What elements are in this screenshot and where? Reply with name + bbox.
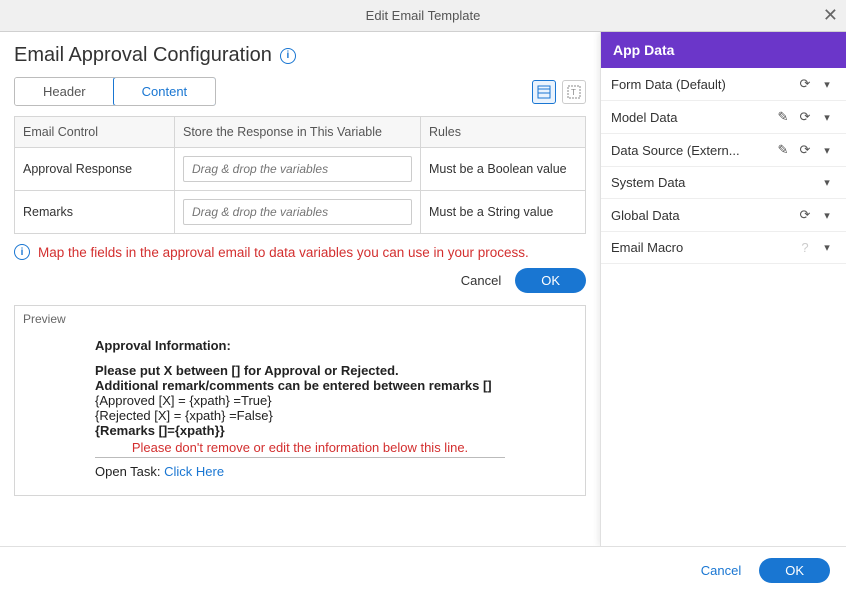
info-icon: i	[14, 244, 30, 260]
open-task-link[interactable]: Click Here	[164, 464, 224, 479]
col-rules: Rules	[421, 117, 586, 148]
tab-content[interactable]: Content	[113, 77, 217, 106]
row-label: Remarks	[15, 191, 175, 234]
panel-item-form-data[interactable]: Form Data (Default) ⟳ ▾	[601, 68, 846, 101]
panel-item-system-data[interactable]: System Data ▾	[601, 167, 846, 199]
refresh-icon[interactable]: ⟳	[796, 207, 814, 223]
app-data-panel: App Data Form Data (Default) ⟳ ▾ Model D…	[600, 32, 846, 546]
form-view-icon[interactable]	[532, 80, 556, 104]
text-view-icon[interactable]: T	[562, 80, 586, 104]
main-area: Email Approval Configuration i Header Co…	[0, 32, 846, 546]
left-pane: Email Approval Configuration i Header Co…	[0, 32, 600, 546]
panel-item-email-macro[interactable]: Email Macro ? ▾	[601, 232, 846, 264]
edit-icon[interactable]: ✎	[774, 142, 792, 158]
chevron-down-icon[interactable]: ▾	[818, 176, 836, 189]
preview-warning: Please don't remove or edit the informat…	[95, 440, 505, 455]
footer-ok-button[interactable]: OK	[759, 558, 830, 583]
col-response-variable: Store the Response in This Variable	[175, 117, 421, 148]
inner-actions: Cancel OK	[14, 268, 586, 293]
chevron-down-icon[interactable]: ▾	[818, 78, 836, 91]
modal-header: Edit Email Template ✕	[0, 0, 846, 32]
hint-message: i Map the fields in the approval email t…	[14, 244, 586, 260]
preview-line: Additional remark/comments can be entere…	[95, 378, 505, 393]
footer-cancel-button[interactable]: Cancel	[701, 563, 741, 578]
edit-icon[interactable]: ✎	[774, 109, 792, 125]
preview-line: Please put X between [] for Approval or …	[95, 363, 505, 378]
row-rule: Must be a String value	[421, 191, 586, 234]
tabs-row: Header Content T	[14, 77, 586, 106]
preview-line: {Rejected [X] = {xpath} =False}	[95, 408, 505, 423]
variable-mapping-table: Email Control Store the Response in This…	[14, 116, 586, 234]
divider	[95, 457, 505, 458]
panel-item-label: Global Data	[611, 208, 792, 223]
row-rule: Must be a Boolean value	[421, 148, 586, 191]
task-prefix: Open Task:	[95, 464, 164, 479]
page-title-text: Email Approval Configuration	[14, 44, 272, 67]
close-icon[interactable]: ✕	[823, 6, 838, 24]
ok-button[interactable]: OK	[515, 268, 586, 293]
panel-item-label: System Data	[611, 175, 814, 190]
refresh-icon[interactable]: ⟳	[796, 109, 814, 125]
table-row: Remarks Must be a String value	[15, 191, 586, 234]
info-icon[interactable]: i	[280, 48, 296, 64]
chevron-down-icon[interactable]: ▾	[818, 209, 836, 222]
chevron-down-icon[interactable]: ▾	[818, 144, 836, 157]
page-title: Email Approval Configuration i	[14, 44, 296, 67]
panel-item-label: Data Source (Extern...	[611, 143, 770, 158]
panel-item-label: Email Macro	[611, 240, 792, 255]
preview-box: Preview Approval Information: Please put…	[14, 305, 586, 496]
tab-group: Header Content	[14, 77, 216, 106]
preview-task-line: Open Task: Click Here	[95, 464, 505, 479]
row-label: Approval Response	[15, 148, 175, 191]
chevron-down-icon[interactable]: ▾	[818, 111, 836, 124]
preview-line: {Remarks []={xpath}}	[95, 423, 505, 438]
preview-body: Approval Information: Please put X betwe…	[15, 332, 585, 495]
dialog-footer: Cancel OK	[0, 546, 846, 594]
svg-text:T: T	[571, 88, 576, 97]
table-row: Approval Response Must be a Boolean valu…	[15, 148, 586, 191]
preview-line: {Approved [X] = {xpath} =True}	[95, 393, 505, 408]
panel-title: App Data	[601, 32, 846, 68]
panel-item-global-data[interactable]: Global Data ⟳ ▾	[601, 199, 846, 232]
hint-text: Map the fields in the approval email to …	[38, 245, 529, 260]
remarks-input[interactable]	[183, 199, 412, 225]
panel-item-label: Form Data (Default)	[611, 77, 792, 92]
cancel-button[interactable]: Cancel	[461, 273, 501, 288]
modal-title: Edit Email Template	[366, 8, 481, 23]
panel-item-data-source[interactable]: Data Source (Extern... ✎ ⟳ ▾	[601, 134, 846, 167]
panel-item-label: Model Data	[611, 110, 770, 125]
panel-item-model-data[interactable]: Model Data ✎ ⟳ ▾	[601, 101, 846, 134]
refresh-icon[interactable]: ⟳	[796, 142, 814, 158]
col-email-control: Email Control	[15, 117, 175, 148]
preview-label: Preview	[15, 306, 585, 332]
chevron-down-icon[interactable]: ▾	[818, 241, 836, 254]
preview-heading: Approval Information:	[95, 338, 505, 353]
help-icon[interactable]: ?	[796, 240, 814, 255]
approval-response-input[interactable]	[183, 156, 412, 182]
tab-header[interactable]: Header	[15, 78, 114, 105]
refresh-icon[interactable]: ⟳	[796, 76, 814, 92]
